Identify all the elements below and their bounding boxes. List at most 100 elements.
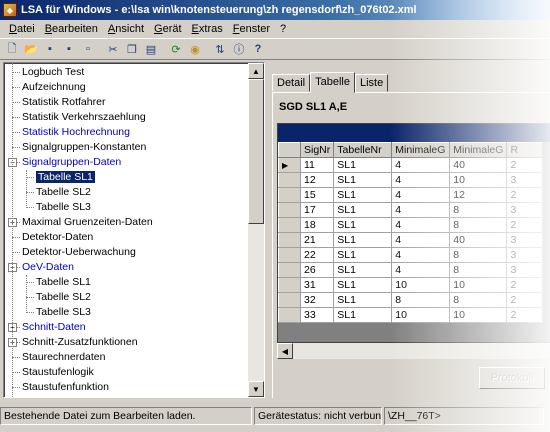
table-cell[interactable]: 8 <box>449 292 508 308</box>
table-cell[interactable]: 3 <box>506 232 544 248</box>
table-cell[interactable]: 8 <box>449 217 508 233</box>
table-row[interactable]: 22 SL1 4 8 3 <box>278 247 544 263</box>
menu-gert[interactable]: Gerät <box>149 23 187 35</box>
row-selector[interactable] <box>278 187 301 203</box>
row-selector[interactable] <box>278 262 301 278</box>
tree-item[interactable]: Schnitt-Daten <box>22 320 86 335</box>
table-cell[interactable]: 32 <box>300 292 335 308</box>
open-folder-icon[interactable]: 📂 <box>22 41 40 58</box>
tree-item[interactable]: Maximal Gruenzeiten-Daten <box>22 215 153 230</box>
tree-item[interactable]: Staustufenfunktion <box>22 380 109 395</box>
row-selector[interactable] <box>278 217 301 233</box>
table-cell[interactable]: 2 <box>506 292 544 308</box>
protokoll-button[interactable]: Protokoll <box>479 367 545 389</box>
tree-item[interactable]: Signalgruppen-Konstanten <box>22 140 146 155</box>
table-cell[interactable]: 2 <box>506 217 544 233</box>
help-icon[interactable]: ? <box>249 41 267 58</box>
table-cell[interactable]: 8 <box>449 262 508 278</box>
table-cell[interactable]: 22 <box>300 247 335 263</box>
table-cell[interactable]: 40 <box>449 232 508 248</box>
table-cell[interactable]: 12 <box>449 187 508 203</box>
tree-item[interactable]: Statistik Hochrechnung <box>22 125 130 140</box>
tree-item[interactable]: Logbuch Test <box>22 65 84 80</box>
scroll-down-icon[interactable]: ▼ <box>248 381 264 397</box>
column-header[interactable]: TabelleNr <box>333 142 393 158</box>
row-selector[interactable] <box>278 232 301 248</box>
tree-vertical-scrollbar[interactable]: ▲ ▼ <box>248 63 264 397</box>
table-cell[interactable]: 3 <box>506 247 544 263</box>
table-cell[interactable]: 31 <box>300 277 335 293</box>
table-row[interactable]: 31 SL1 10 10 2 <box>278 277 544 293</box>
table-cell[interactable]: 12 <box>300 172 335 188</box>
table-cell[interactable]: 4 <box>391 172 451 188</box>
table-cell[interactable]: 4 <box>391 187 451 203</box>
table-cell[interactable]: 11 <box>300 157 335 173</box>
table-row[interactable]: 17 SL1 4 8 3 <box>278 202 544 218</box>
navigation-tree[interactable]: Logbuch Test Aufzeichnung Statistik Rotfah… <box>3 62 265 398</box>
tab-detail[interactable]: Detail <box>272 74 311 92</box>
tree-item[interactable]: Tabelle SL1 <box>36 170 95 185</box>
table-cell[interactable]: 10 <box>391 277 451 293</box>
table-cell[interactable]: 21 <box>300 232 335 248</box>
scroll-up-icon[interactable]: ▲ <box>248 63 264 79</box>
table-cell[interactable]: 10 <box>449 277 508 293</box>
table-cell[interactable]: SL1 <box>333 157 393 173</box>
table-cell[interactable]: 4 <box>391 157 451 173</box>
menu-extras[interactable]: Extras <box>187 23 228 35</box>
table-cell[interactable]: SL1 <box>333 307 393 323</box>
table-cell[interactable]: 3 <box>506 202 544 218</box>
grid-horizontal-scrollbar[interactable]: ◀ <box>277 343 550 359</box>
column-header[interactable]: SigNr <box>299 142 335 158</box>
table-cell[interactable]: 3 <box>506 262 544 278</box>
table-cell[interactable]: 4 <box>391 262 451 278</box>
menu-?[interactable]: ? <box>275 23 291 35</box>
table-cell[interactable]: 4 <box>391 202 451 218</box>
row-selector[interactable]: ▶ <box>278 157 301 173</box>
table-cell[interactable]: SL1 <box>333 202 393 218</box>
tree-item[interactable]: Tabelle SL3 <box>36 305 91 320</box>
tree-item[interactable]: Schnitt-Zusatzfunktionen <box>22 335 138 350</box>
tree-item[interactable]: Tabelle SL3 <box>36 200 91 215</box>
tree-item[interactable]: Tabelle SL1 <box>36 275 91 290</box>
refresh-icon[interactable]: ⟳ <box>167 41 185 58</box>
title-bar[interactable]: ◆ LSA für Windows - e:\lsa win\knotenste… <box>0 0 550 20</box>
table-cell[interactable]: SL1 <box>333 232 393 248</box>
save-all-icon[interactable]: ▪ <box>60 41 78 58</box>
table-cell[interactable]: SL1 <box>333 172 393 188</box>
table-cell[interactable]: 40 <box>449 157 508 173</box>
row-selector[interactable] <box>278 292 301 308</box>
table-cell[interactable]: 8 <box>449 247 508 263</box>
table-row[interactable]: 15 SL1 4 12 2 <box>278 187 544 203</box>
table-cell[interactable]: 26 <box>300 262 335 278</box>
table-row[interactable]: 18 SL1 4 8 2 <box>278 217 544 233</box>
table-cell[interactable]: 10 <box>391 307 451 323</box>
signal-group-table[interactable]: SigNr TabelleNr MinimaleG MinimaleG R ▶ 11 SL1 4… <box>278 142 544 323</box>
column-header[interactable]: MinimaleG <box>391 142 451 158</box>
tree-item[interactable]: Aufzeichnung <box>22 80 86 95</box>
table-cell[interactable]: 8 <box>449 202 508 218</box>
scroll-thumb[interactable] <box>248 79 264 224</box>
print-preview-icon[interactable]: ▫ <box>79 41 97 58</box>
table-cell[interactable]: 17 <box>300 202 335 218</box>
table-cell[interactable]: SL1 <box>333 262 393 278</box>
row-selector[interactable] <box>278 277 301 293</box>
table-row[interactable]: 26 SL1 4 8 3 <box>278 262 544 278</box>
table-cell[interactable]: 4 <box>391 232 451 248</box>
row-selector[interactable] <box>278 247 301 263</box>
row-selector[interactable] <box>278 307 301 323</box>
table-cell[interactable]: 18 <box>300 217 335 233</box>
table-cell[interactable]: SL1 <box>333 247 393 263</box>
table-cell[interactable]: 4 <box>391 247 451 263</box>
table-row[interactable]: 33 SL1 10 10 2 <box>278 307 544 323</box>
tree-item[interactable]: Statistik Rotfahrer <box>22 95 105 110</box>
transfer-icon[interactable]: ⇅ <box>211 41 229 58</box>
device-icon[interactable]: ◉ <box>186 41 204 58</box>
tree-item[interactable]: Statistik Verkehrszaehlung <box>22 110 146 125</box>
column-header[interactable]: R <box>506 142 544 158</box>
save-icon[interactable]: ▪ <box>41 41 59 58</box>
menu-datei[interactable]: Datei <box>4 23 40 35</box>
tree-item[interactable]: Staustufenlogik <box>22 365 94 380</box>
table-cell[interactable]: 2 <box>506 157 544 173</box>
menu-bearbeiten[interactable]: Bearbeiten <box>40 23 103 35</box>
table-cell[interactable]: 10 <box>449 307 508 323</box>
